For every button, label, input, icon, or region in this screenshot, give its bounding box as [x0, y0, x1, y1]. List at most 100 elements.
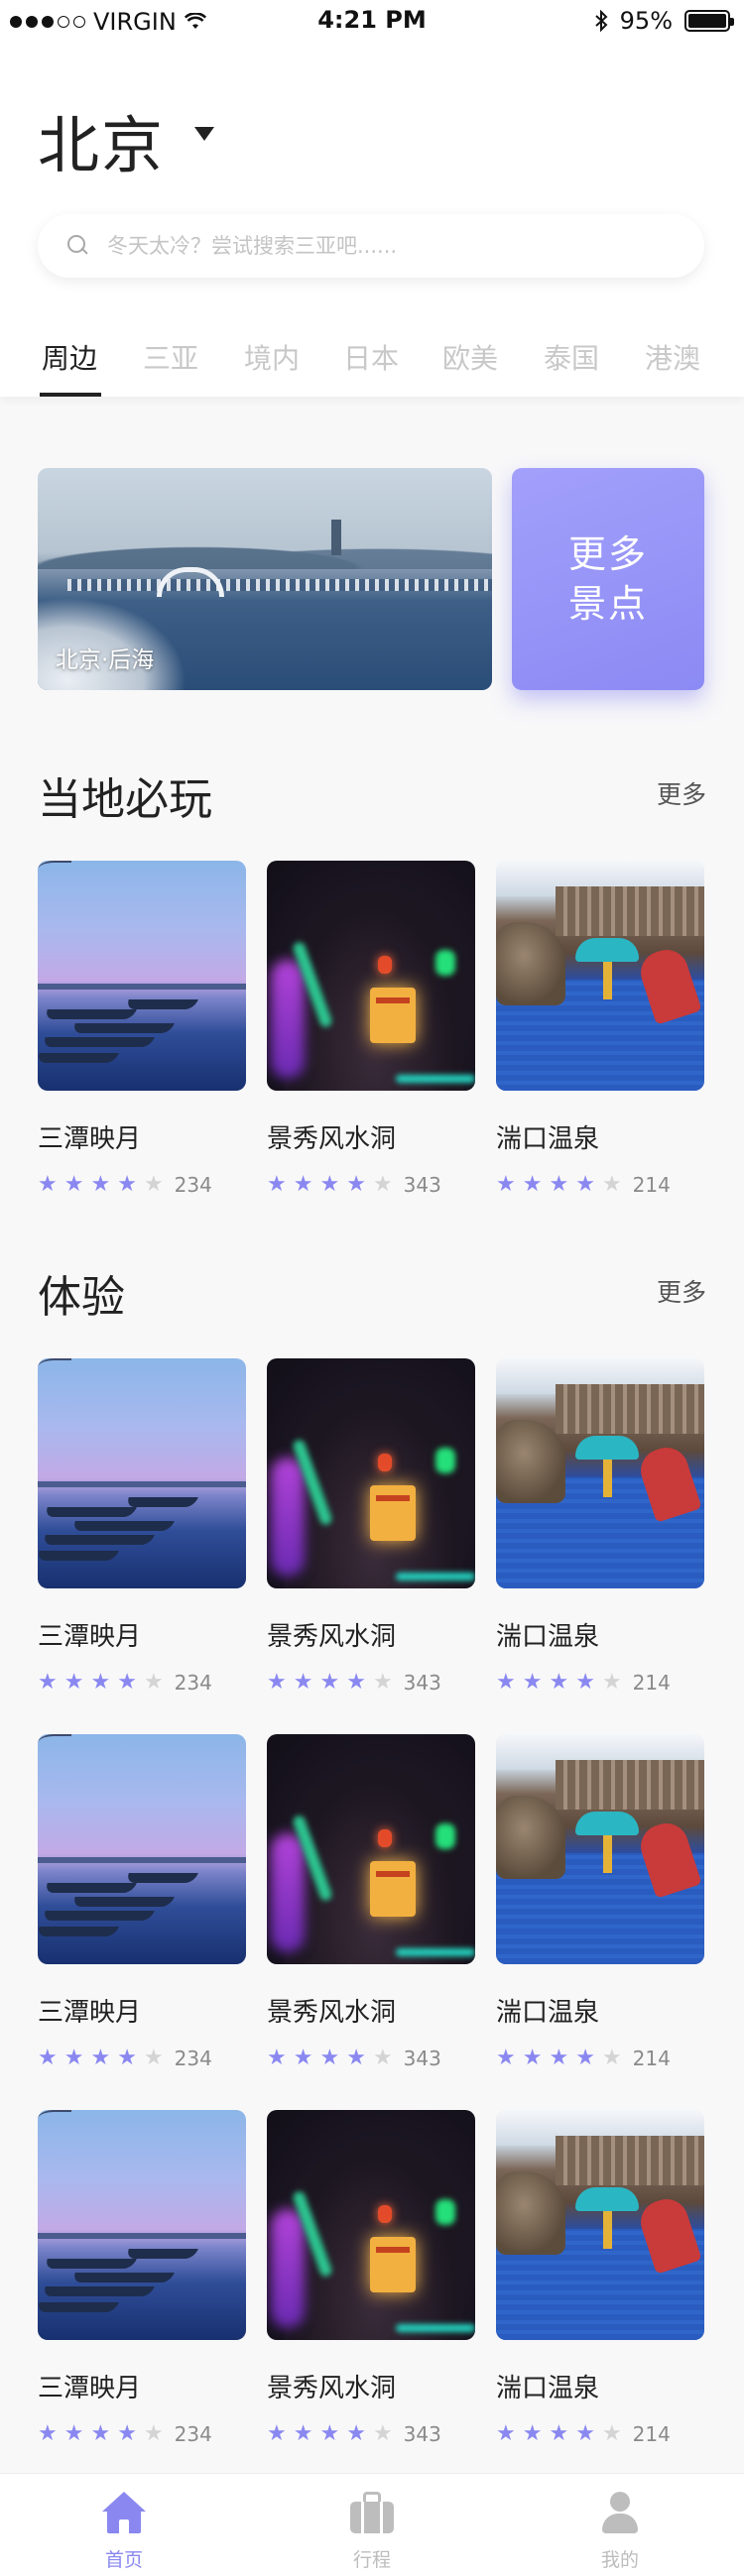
- star-icon: ★: [90, 2046, 111, 2070]
- star-rating: ★ ★ ★ ★ ★ 234: [38, 1671, 246, 1695]
- nav-profile[interactable]: 我的: [496, 2474, 744, 2576]
- attraction-card[interactable]: 湍口温泉 ★ ★ ★ ★ ★ 214: [496, 1358, 704, 1695]
- review-count: 234: [174, 1173, 212, 1197]
- more-spots-button[interactable]: 更多景点: [512, 468, 704, 690]
- tab-nearby[interactable]: 周边: [42, 337, 97, 377]
- attraction-card[interactable]: 景秀风水洞 ★ ★ ★ ★ ★ 343: [267, 1734, 475, 2070]
- star-icon: ★: [293, 2421, 313, 2446]
- attraction-card[interactable]: 景秀风水洞 ★ ★ ★ ★ ★ 343: [267, 1358, 475, 1695]
- review-count: 214: [632, 1173, 671, 1197]
- star-icon: ★: [522, 2421, 543, 2446]
- attraction-image[interactable]: [496, 1734, 704, 1964]
- tab-europe-america[interactable]: 欧美: [442, 337, 498, 377]
- star-icon: ★: [117, 1172, 137, 1197]
- more-spots-label: 更多景点: [567, 532, 648, 626]
- attraction-image[interactable]: [267, 861, 475, 1091]
- attraction-name: 湍口温泉: [496, 1124, 600, 1154]
- section-title-local-must-play: 当地必玩: [38, 774, 212, 825]
- star-icon: ★: [267, 1670, 287, 1695]
- attraction-card[interactable]: 三潭映月 ★ ★ ★ ★ ★ 234: [38, 1734, 246, 2070]
- section-more-link[interactable]: 更多: [657, 775, 706, 811]
- attraction-image[interactable]: [38, 1358, 246, 1588]
- tab-hongkong-macau[interactable]: 港澳: [645, 337, 700, 377]
- tab-sanya[interactable]: 三亚: [143, 337, 198, 377]
- tab-thailand[interactable]: 泰国: [544, 337, 599, 377]
- review-count: 234: [174, 1671, 212, 1695]
- featured-banner[interactable]: 北京·后海: [38, 468, 492, 690]
- attraction-card[interactable]: 三潭映月 ★ ★ ★ ★ ★ 234: [38, 2110, 246, 2446]
- attraction-card[interactable]: 湍口温泉 ★ ★ ★ ★ ★ 214: [496, 1734, 704, 2070]
- bottom-tab-bar: 首页 行程 我的: [0, 2473, 744, 2576]
- star-icon: ★: [63, 1670, 84, 1695]
- attraction-image[interactable]: [496, 1358, 704, 1588]
- star-rating: ★ ★ ★ ★ ★ 214: [496, 2422, 704, 2446]
- star-icon: ★: [346, 1670, 366, 1695]
- star-icon: ★: [90, 2421, 111, 2446]
- search-input[interactable]: [107, 234, 663, 258]
- banner-caption: 北京·后海: [56, 647, 155, 673]
- star-icon: ★: [575, 1172, 595, 1197]
- star-icon: ★: [90, 1670, 111, 1695]
- attraction-image[interactable]: [496, 2110, 704, 2340]
- attraction-image[interactable]: [38, 2110, 246, 2340]
- attraction-name: 三潭映月: [38, 2374, 142, 2403]
- review-count: 343: [403, 1671, 441, 1695]
- status-bar: VIRGIN 4:21 PM 95%: [0, 0, 744, 40]
- city-title[interactable]: 北京: [38, 95, 165, 184]
- user-icon: [598, 2492, 642, 2535]
- nav-itinerary[interactable]: 行程: [248, 2474, 496, 2576]
- review-count: 214: [632, 2422, 671, 2446]
- star-icon: ★: [38, 1172, 58, 1197]
- attraction-card[interactable]: 三潭映月 ★ ★ ★ ★ ★ 234: [38, 1358, 246, 1695]
- star-icon: ★: [372, 1172, 393, 1197]
- star-icon: ★: [601, 2421, 622, 2446]
- attraction-image[interactable]: [38, 861, 246, 1091]
- star-icon: ★: [346, 2046, 366, 2070]
- star-icon: ★: [267, 1172, 287, 1197]
- star-icon: ★: [63, 2046, 84, 2070]
- search-bar[interactable]: [38, 214, 704, 278]
- attraction-row: 三潭映月 ★ ★ ★ ★ ★ 234 景秀风水洞 ★ ★ ★ ★ ★ 343 湍口温泉 ★ ★ ★ ★ ★ 214: [38, 2110, 704, 2467]
- active-tab-indicator: [40, 393, 101, 397]
- star-rating: ★ ★ ★ ★ ★ 234: [38, 2422, 246, 2446]
- star-icon: ★: [143, 2421, 164, 2446]
- attraction-image[interactable]: [267, 2110, 475, 2340]
- star-icon: ★: [575, 1670, 595, 1695]
- star-rating: ★ ★ ★ ★ ★ 234: [38, 2047, 246, 2070]
- tab-japan[interactable]: 日本: [343, 337, 399, 377]
- attraction-image[interactable]: [38, 1734, 246, 1964]
- attraction-name: 湍口温泉: [496, 2374, 600, 2403]
- attraction-card[interactable]: 湍口温泉 ★ ★ ★ ★ ★ 214: [496, 861, 704, 1197]
- attraction-image[interactable]: [496, 861, 704, 1091]
- star-icon: ★: [117, 1670, 137, 1695]
- star-icon: ★: [549, 1172, 569, 1197]
- home-icon: [102, 2492, 146, 2535]
- attraction-name: 景秀风水洞: [267, 1124, 397, 1154]
- review-count: 234: [174, 2422, 212, 2446]
- caret-down-icon[interactable]: [194, 127, 214, 141]
- star-icon: ★: [117, 2046, 137, 2070]
- luggage-icon: [350, 2492, 394, 2535]
- attraction-name: 景秀风水洞: [267, 1998, 397, 2028]
- nav-home[interactable]: 首页: [0, 2474, 248, 2576]
- star-icon: ★: [575, 2046, 595, 2070]
- star-icon: ★: [601, 1172, 622, 1197]
- attraction-image[interactable]: [267, 1358, 475, 1588]
- star-icon: ★: [575, 2421, 595, 2446]
- attraction-name: 湍口温泉: [496, 1998, 600, 2028]
- attraction-card[interactable]: 景秀风水洞 ★ ★ ★ ★ ★ 343: [267, 2110, 475, 2446]
- attraction-name: 三潭映月: [38, 1998, 142, 2028]
- attraction-image[interactable]: [267, 1734, 475, 1964]
- attraction-card[interactable]: 景秀风水洞 ★ ★ ★ ★ ★ 343: [267, 861, 475, 1197]
- star-icon: ★: [143, 2046, 164, 2070]
- section-more-link[interactable]: 更多: [657, 1273, 706, 1309]
- tab-domestic[interactable]: 境内: [244, 337, 300, 377]
- attraction-name: 湍口温泉: [496, 1622, 600, 1652]
- star-icon: ★: [496, 1172, 516, 1197]
- destination-tabs: 周边 三亚 境内 日本 欧美 泰国 港澳: [0, 337, 744, 397]
- nav-profile-label: 我的: [600, 2549, 639, 2571]
- attraction-card[interactable]: 三潭映月 ★ ★ ★ ★ ★ 234: [38, 861, 246, 1197]
- attraction-card[interactable]: 湍口温泉 ★ ★ ★ ★ ★ 214: [496, 2110, 704, 2446]
- star-icon: ★: [549, 2046, 569, 2070]
- star-icon: ★: [38, 2421, 58, 2446]
